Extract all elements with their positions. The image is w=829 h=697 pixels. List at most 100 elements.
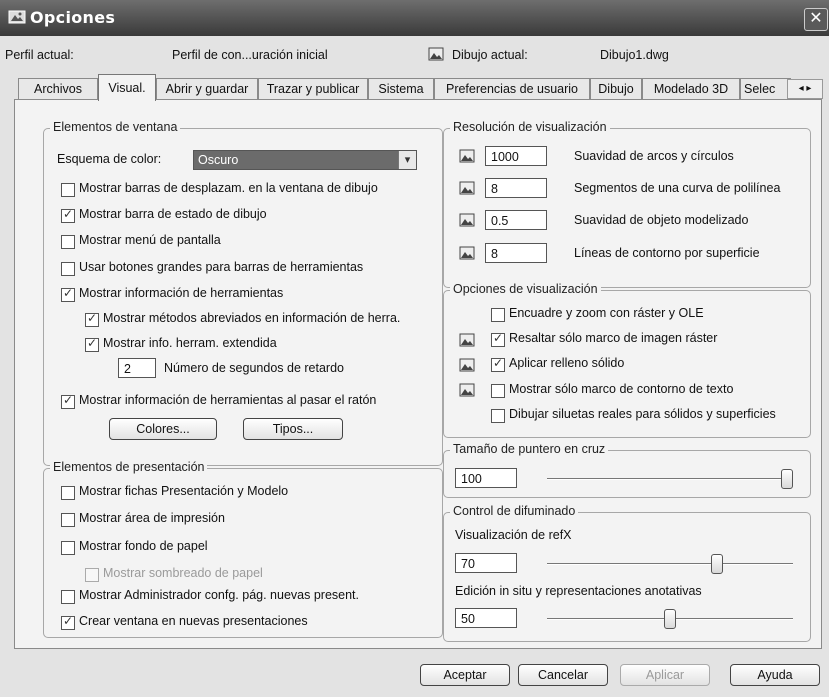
label-status-bar: Mostrar barra de estado de dibujo — [79, 207, 267, 221]
display-performance-title: Opciones de visualización — [450, 282, 601, 296]
chevron-down-icon[interactable]: ▾ — [398, 151, 416, 169]
close-button[interactable]: ✕ — [804, 8, 828, 31]
checkbox-true-silhouettes[interactable] — [491, 409, 505, 423]
visual-tab-panel: Elementos de ventana Esquema de color: O… — [14, 99, 822, 649]
checkbox-tooltips[interactable] — [61, 286, 75, 302]
label-rollover-tooltips: Mostrar información de herramientas al p… — [79, 393, 377, 407]
current-profile-label: Perfil actual: — [5, 48, 74, 62]
xref-slider-thumb[interactable] — [710, 554, 723, 574]
colors-button[interactable]: Colores... — [109, 418, 217, 440]
polyline-segments-label: Segmentos de una curva de polilínea — [574, 181, 781, 195]
checkbox-status-bar[interactable] — [61, 207, 75, 223]
arc-smoothness-label: Suavidad de arcos y círculos — [574, 149, 734, 163]
color-scheme-value: Oscuro — [198, 153, 239, 167]
cancel-button[interactable]: Cancelar — [518, 664, 608, 686]
crosshair-slider-track[interactable] — [547, 478, 793, 480]
setting-icon — [459, 383, 475, 397]
current-drawing-label: Dibujo actual: — [452, 48, 528, 62]
inplace-edit-input[interactable]: 50 — [455, 608, 517, 628]
help-button[interactable]: Ayuda — [730, 664, 820, 686]
arc-smoothness-input[interactable]: 1000 — [485, 146, 547, 166]
tab-abrir-guardar[interactable]: Abrir y guardar — [156, 78, 258, 99]
tab-sistema[interactable]: Sistema — [368, 78, 434, 99]
window-elements-title: Elementos de ventana — [50, 120, 181, 134]
checkbox-rollover-tooltips[interactable] — [61, 393, 75, 409]
checkbox-solid-fill[interactable] — [491, 356, 505, 372]
delay-seconds-input[interactable]: 2 — [118, 358, 156, 378]
window-icon — [8, 10, 26, 24]
inplace-slider-thumb[interactable] — [664, 609, 676, 629]
label-paper-shadow: Mostrar sombreado de papel — [103, 566, 263, 580]
checkbox-screen-menu[interactable] — [61, 235, 75, 249]
rendered-smoothness-label: Suavidad de objeto modelizado — [574, 213, 749, 227]
rendered-smoothness-input[interactable]: 0.5 — [485, 210, 547, 230]
checkbox-extended-tooltips[interactable] — [85, 336, 99, 352]
window-title: Opciones — [30, 8, 116, 27]
label-pan-zoom-raster: Encuadre y zoom con ráster y OLE — [509, 306, 704, 320]
checkbox-layout-model-tabs[interactable] — [61, 486, 75, 500]
current-profile-value: Perfil de con...uración inicial — [172, 48, 328, 62]
label-large-buttons: Usar botones grandes para barras de herr… — [79, 260, 364, 274]
setting-icon — [459, 181, 475, 195]
tab-trazar-publicar[interactable]: Trazar y publicar — [258, 78, 368, 99]
setting-icon — [459, 213, 475, 227]
label-text-frame: Mostrar sólo marco de contorno de texto — [509, 382, 734, 396]
crosshair-size-input[interactable]: 100 — [455, 468, 517, 488]
drawing-icon — [428, 47, 444, 61]
checkbox-highlight-raster-frame[interactable] — [491, 331, 505, 347]
label-extended-tooltips: Mostrar info. herram. extendida — [103, 336, 277, 350]
contour-lines-label: Líneas de contorno por superficie — [574, 246, 760, 260]
fade-control-title: Control de difuminado — [450, 504, 579, 518]
label-highlight-raster-frame: Resaltar sólo marco de imagen ráster — [509, 331, 718, 345]
contour-lines-input[interactable]: 8 — [485, 243, 547, 263]
label-paper-background: Mostrar fondo de papel — [79, 539, 208, 553]
xref-display-input[interactable]: 70 — [455, 553, 517, 573]
checkbox-page-setup-manager[interactable] — [61, 590, 75, 604]
setting-icon — [459, 149, 475, 163]
setting-icon — [459, 358, 475, 372]
checkbox-text-frame[interactable] — [491, 384, 505, 398]
checkbox-create-viewport[interactable] — [61, 614, 75, 630]
inplace-edit-label: Edición in situ y representaciones anota… — [455, 584, 702, 598]
color-scheme-label: Esquema de color: — [57, 152, 162, 166]
label-printable-area: Mostrar área de impresión — [79, 511, 225, 525]
label-scrollbars: Mostrar barras de desplazam. en la venta… — [79, 181, 378, 195]
crosshair-slider-thumb[interactable] — [781, 469, 793, 489]
apply-button[interactable]: Aplicar — [620, 664, 710, 686]
tab-preferencias[interactable]: Preferencias de usuario — [434, 78, 590, 99]
checkbox-paper-background[interactable] — [61, 541, 75, 555]
xref-display-label: Visualización de refX — [455, 528, 572, 542]
title-bar[interactable]: Opciones ✕ — [0, 0, 829, 36]
tab-scroll-arrows[interactable]: ◂ ▸ — [787, 79, 823, 99]
crosshair-size-title: Tamaño de puntero en cruz — [450, 442, 609, 456]
checkbox-pan-zoom-raster[interactable] — [491, 308, 505, 322]
polyline-segments-input[interactable]: 8 — [485, 178, 547, 198]
label-screen-menu: Mostrar menú de pantalla — [79, 233, 221, 247]
current-drawing-value: Dibujo1.dwg — [600, 48, 669, 62]
label-shortcut-keys: Mostrar métodos abreviados en informació… — [103, 311, 401, 325]
ok-button[interactable]: Aceptar — [420, 664, 510, 686]
setting-icon — [459, 246, 475, 260]
tab-modelado-3d[interactable]: Modelado 3D — [642, 78, 740, 99]
display-resolution-title: Resolución de visualización — [450, 120, 610, 134]
checkbox-printable-area[interactable] — [61, 513, 75, 527]
xref-slider-track[interactable] — [547, 563, 793, 565]
checkbox-shortcut-keys[interactable] — [85, 311, 99, 327]
setting-icon — [459, 333, 475, 347]
layout-elements-title: Elementos de presentación — [50, 460, 208, 474]
label-true-silhouettes: Dibujar siluetas reales para sólidos y s… — [509, 407, 776, 421]
tab-visual[interactable]: Visual. — [98, 74, 156, 101]
tab-archivos[interactable]: Archivos — [18, 78, 98, 99]
checkbox-paper-shadow[interactable] — [85, 568, 99, 582]
delay-seconds-label: Número de segundos de retardo — [164, 361, 344, 375]
fonts-button[interactable]: Tipos... — [243, 418, 343, 440]
tab-seleccion[interactable]: Selec — [740, 78, 791, 99]
label-solid-fill: Aplicar relleno sólido — [509, 356, 625, 370]
checkbox-scrollbars[interactable] — [61, 183, 75, 197]
tab-dibujo[interactable]: Dibujo — [590, 78, 642, 99]
label-page-setup-manager: Mostrar Administrador confg. pág. nuevas… — [79, 588, 360, 602]
color-scheme-select[interactable]: Oscuro ▾ — [193, 150, 417, 170]
label-tooltips: Mostrar información de herramientas — [79, 286, 284, 300]
checkbox-large-buttons[interactable] — [61, 262, 75, 276]
close-icon: ✕ — [809, 10, 823, 27]
